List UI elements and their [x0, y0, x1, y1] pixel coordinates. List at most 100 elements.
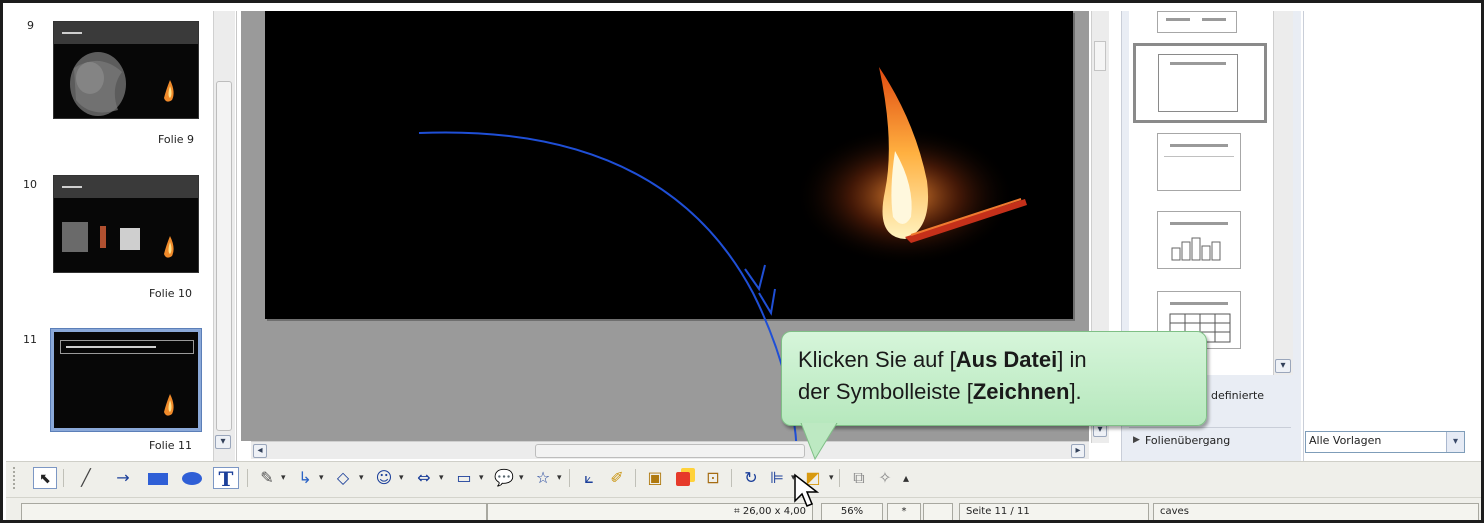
status-modified: *: [887, 503, 921, 520]
dropdown-arrow-icon[interactable]: ▾: [359, 467, 364, 489]
toolbar-overflow-icon[interactable]: ▴: [903, 467, 909, 489]
slide-label: Folie 10: [149, 287, 193, 300]
callout-bold-text: Zeichnen: [972, 379, 1070, 404]
layout-title-two-content[interactable]: [1157, 11, 1237, 33]
slide-number: 10: [23, 178, 37, 191]
tutorial-callout: Klicken Sie auf [Aus Datei] in der Symbo…: [781, 331, 1207, 426]
toolbar-grip[interactable]: [13, 467, 19, 489]
dropdown-arrow-icon[interactable]: ▾: [281, 467, 286, 489]
connector-icon[interactable]: ↳: [293, 467, 317, 489]
layout-line: [1164, 156, 1234, 157]
layout-line: [1166, 18, 1190, 21]
section-slide-transition[interactable]: ▶ Folienübergang: [1129, 427, 1291, 453]
scroll-left-icon[interactable]: ◂: [253, 444, 267, 458]
scroll-right-icon[interactable]: ▸: [1071, 444, 1085, 458]
thumb-flame-image: [164, 80, 174, 102]
layout-line: [1170, 62, 1226, 65]
chevron-down-icon[interactable]: ▾: [1446, 432, 1464, 452]
chart-icon: [1171, 237, 1221, 261]
separator: [731, 469, 732, 487]
slide-thumbnail-9[interactable]: [53, 21, 199, 119]
dropdown-arrow-icon[interactable]: ▾: [319, 467, 324, 489]
layout-line: [1202, 18, 1226, 21]
chevron-down-icon[interactable]: ▾: [1275, 359, 1291, 373]
status-master-page: caves: [1153, 503, 1479, 520]
panel-grip[interactable]: [241, 11, 249, 77]
thumb-flame-image: [164, 236, 174, 258]
dropdown-arrow-icon[interactable]: ▾: [829, 467, 834, 489]
glue-points-icon[interactable]: ✐: [605, 467, 629, 489]
alignment-icon[interactable]: ⊫: [765, 467, 789, 489]
scrollbar-thumb[interactable]: [1094, 41, 1106, 71]
section-label: definierte: [1211, 389, 1265, 402]
block-arrows-icon[interactable]: ⇔: [411, 467, 437, 489]
flowchart-icon[interactable]: ▭: [451, 467, 477, 489]
dropdown-arrow-icon[interactable]: ▾: [557, 467, 562, 489]
callout-line-2: der Symbolleiste [Zeichnen].: [798, 376, 1190, 408]
thumb-face-image: [70, 52, 126, 116]
thumb-flame-image: [164, 394, 174, 416]
layout-list-scrollbar[interactable]: [1273, 11, 1293, 375]
callout-text: der Symbolleiste [: [798, 379, 973, 404]
dropdown-arrow-icon[interactable]: ▾: [479, 467, 484, 489]
ellipse-icon[interactable]: [179, 467, 205, 489]
slide-label: Folie 9: [158, 133, 195, 146]
scrollbar-thumb[interactable]: [216, 81, 232, 431]
slide-number: 11: [23, 333, 37, 346]
layout-line: [1170, 144, 1228, 147]
from-file-icon[interactable]: [671, 467, 695, 489]
select-icon[interactable]: ⬉: [33, 467, 57, 489]
thumb-title-line: [62, 32, 82, 34]
callouts-icon[interactable]: 💬: [491, 467, 517, 489]
scrollbar-thumb[interactable]: [535, 444, 805, 458]
rotate-icon[interactable]: ↻: [739, 467, 763, 489]
dropdown-arrow-icon[interactable]: ▾: [519, 467, 524, 489]
status-signature-field[interactable]: [923, 503, 953, 520]
thumb-collage-image: [62, 222, 140, 252]
extrusion-icon[interactable]: ⧉: [847, 467, 871, 489]
fontwork-icon[interactable]: ▣: [643, 467, 667, 489]
layout-line: [1170, 222, 1228, 225]
select-value: Alle Vorlagen: [1309, 434, 1382, 447]
callout-bold-text: Aus Datei: [955, 347, 1058, 372]
slide-number: 9: [27, 19, 34, 32]
callout-line-1: Klicken Sie auf [Aus Datei] in: [798, 344, 1190, 376]
size-icon: ⌗: [734, 506, 743, 517]
thumb-title-line: [62, 186, 82, 188]
rectangle-icon[interactable]: [145, 467, 171, 489]
curve-icon[interactable]: ✎: [255, 467, 279, 489]
thumb-title-line: [66, 346, 156, 348]
section-label: Folienübergang: [1145, 434, 1231, 447]
layout-title-content-selected[interactable]: [1133, 43, 1267, 123]
slide-thumbnail-11-selected[interactable]: [51, 329, 201, 431]
gallery-icon[interactable]: ⊡: [701, 467, 725, 489]
3d-icon[interactable]: ✧: [873, 467, 897, 489]
layout-title-chart[interactable]: [1157, 211, 1241, 269]
styles-filter-select[interactable]: Alle Vorlagen ▾: [1305, 431, 1465, 453]
dropdown-arrow-icon[interactable]: ▾: [399, 467, 404, 489]
dropdown-arrow-icon[interactable]: ▾: [439, 467, 444, 489]
slide-thumbnail-10[interactable]: [53, 175, 199, 273]
layout-title-only[interactable]: [1157, 133, 1241, 191]
callout-text: ] in: [1057, 347, 1087, 372]
callout-text: Klicken Sie auf [: [798, 347, 956, 372]
points-icon[interactable]: ⟀: [577, 467, 601, 489]
chevron-down-icon[interactable]: ▾: [215, 435, 231, 449]
separator: [63, 469, 64, 487]
mouse-cursor-icon: [794, 473, 820, 507]
basic-shapes-icon[interactable]: ◇: [331, 467, 355, 489]
stars-icon[interactable]: ☆: [531, 467, 555, 489]
slide-label: Folie 11: [149, 439, 193, 452]
callout-text: ].: [1069, 379, 1082, 404]
status-zoom[interactable]: 56%: [821, 503, 883, 520]
status-page: Seite 11 / 11: [959, 503, 1149, 520]
line-icon[interactable]: ╱: [75, 467, 97, 489]
motion-path[interactable]: [413, 123, 813, 463]
symbol-shapes-icon[interactable]: ☺: [371, 467, 397, 489]
text-icon[interactable]: T: [213, 467, 239, 490]
layout-list: [1129, 11, 1273, 375]
slide-panel-scrollbar[interactable]: [213, 11, 235, 461]
separator: [247, 469, 248, 487]
arrow-icon[interactable]: →: [111, 467, 135, 489]
editing-horizontal-scrollbar[interactable]: [251, 441, 1089, 459]
